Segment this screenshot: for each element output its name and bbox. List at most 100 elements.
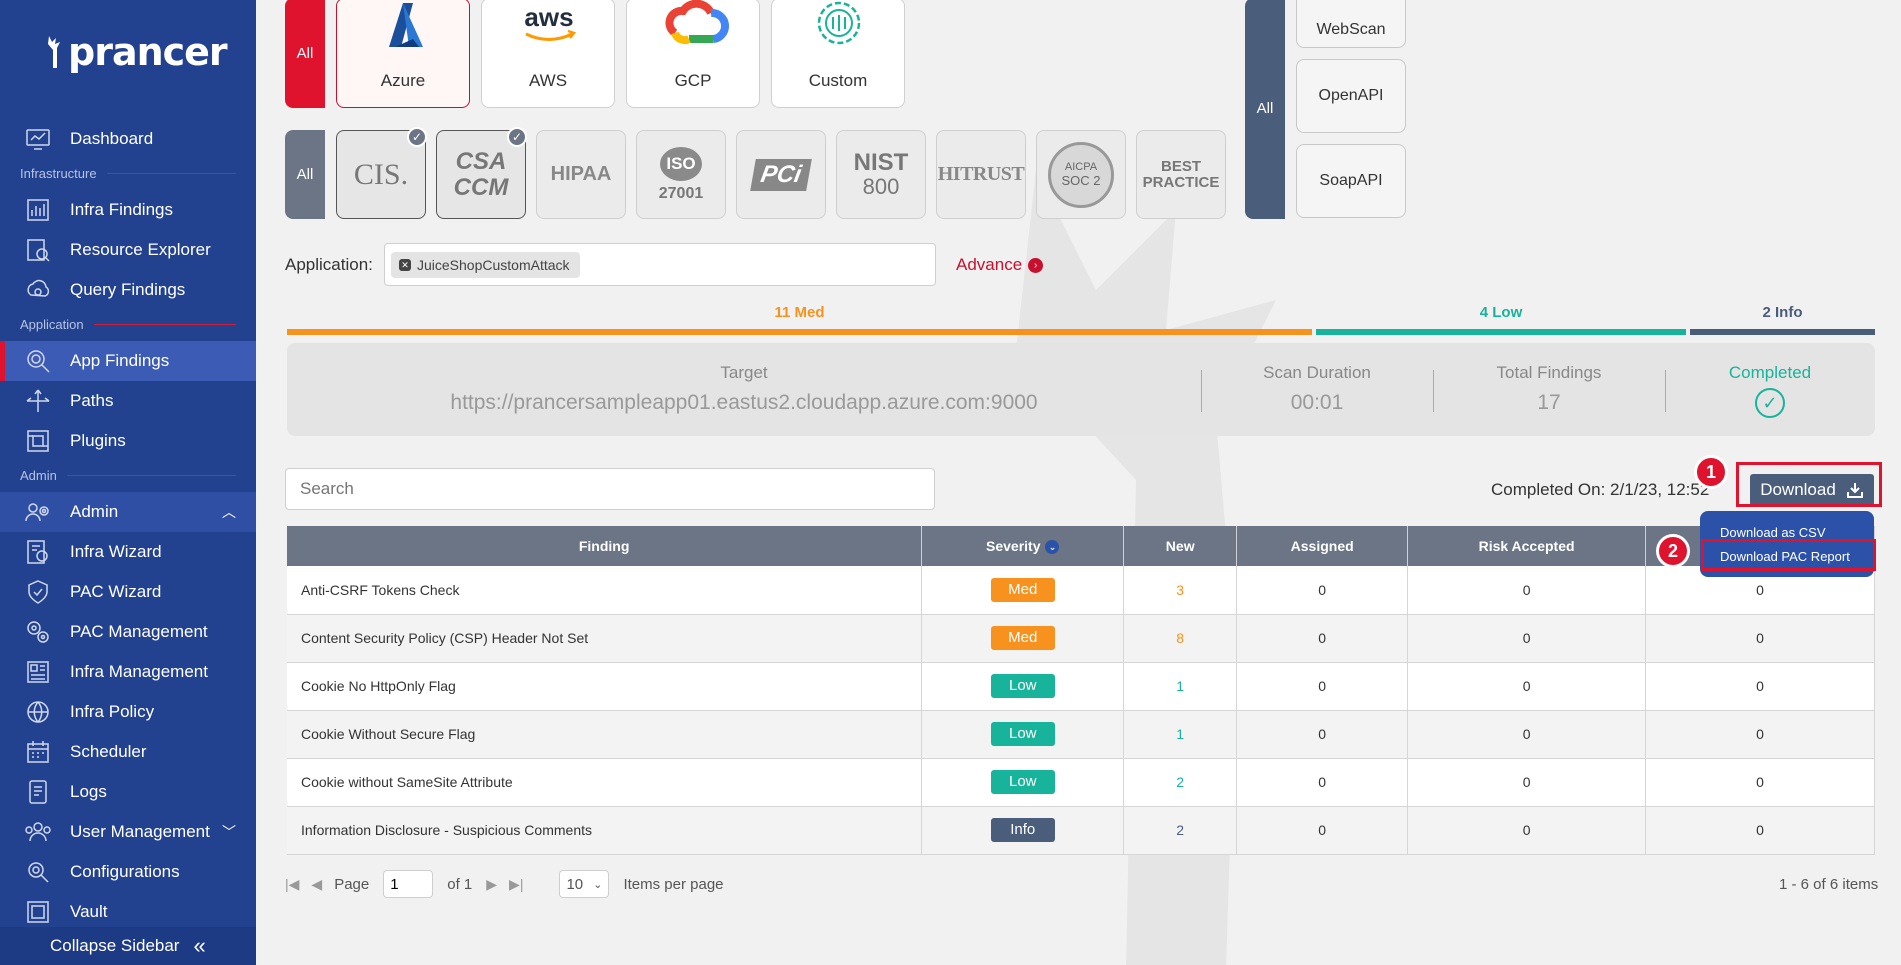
chevron-down-icon: ⌄ [593, 878, 603, 891]
sidebar-item-admin[interactable]: Admin ︿ [0, 492, 256, 532]
sidebar-item-infra-wizard[interactable]: Infra Wizard [0, 532, 256, 572]
section-infrastructure: Infrastructure [20, 166, 236, 181]
collapse-sidebar-label: Collapse Sidebar [50, 936, 180, 955]
column-header-finding[interactable]: Finding [287, 526, 923, 566]
new-cell[interactable]: 3 [1123, 566, 1238, 615]
scan-type-openapi[interactable]: OpenAPI [1296, 59, 1406, 133]
sidebar-item-configurations[interactable]: Configurations [0, 852, 256, 892]
sidebar-item-label: Scheduler [70, 742, 147, 761]
sidebar-item-logs[interactable]: Logs [0, 772, 256, 812]
cloud-card-custom[interactable]: Custom [771, 0, 905, 108]
hipaa-logo-icon: HIPAA [550, 163, 612, 185]
first-page-icon[interactable]: |◀ [285, 876, 299, 893]
pac-wizard-icon [24, 579, 52, 605]
completed-on-text: Completed On: 2/1/23, 12:52 [1491, 480, 1710, 499]
scan-type-all-tab[interactable]: All [1245, 0, 1285, 219]
cloud-card-aws[interactable]: aws AWS [481, 0, 615, 108]
sidebar-item-infra-management[interactable]: Infra Management [0, 652, 256, 692]
azure-logo-icon [389, 3, 423, 47]
column-header-severity[interactable]: Severity ⌄ [921, 526, 1125, 566]
new-cell[interactable]: 2 [1123, 806, 1238, 855]
compliance-card-hipaa[interactable]: HIPAA [536, 130, 626, 219]
sidebar-item-scheduler[interactable]: Scheduler [0, 732, 256, 772]
sidebar-item-pac-wizard[interactable]: PAC Wizard [0, 572, 256, 612]
new-cell[interactable]: 8 [1123, 614, 1238, 663]
sidebar-item-user-management[interactable]: User Management ﹀ [0, 812, 256, 852]
cloud-card-gcp[interactable]: GCP [626, 0, 760, 108]
total-findings-label: Total Findings [1496, 363, 1602, 382]
search-input[interactable] [285, 468, 935, 510]
table-row[interactable]: Cookie Without Secure Flag Low 1 0 0 0 [287, 710, 1875, 759]
scan-type-webscan[interactable]: WebScan [1296, 0, 1406, 48]
compliance-card-soc-2[interactable]: AICPA SOC 2 [1036, 130, 1126, 219]
last-page-icon[interactable]: ▶| [509, 876, 523, 893]
sidebar-item-resource-explorer[interactable]: Resource Explorer [0, 230, 256, 270]
paths-icon [24, 388, 52, 414]
cloud-card-azure[interactable]: Azure [336, 0, 470, 108]
new-cell[interactable]: 1 [1123, 710, 1238, 759]
sidebar-item-query-findings[interactable]: Query Findings [0, 270, 256, 310]
assigned-cell: 0 [1236, 662, 1409, 711]
previous-page-icon[interactable]: ◀ [311, 876, 322, 893]
user-management-icon [24, 819, 52, 845]
column-header-assigned[interactable]: Assigned [1236, 526, 1409, 566]
severity-low-count: 4 Low [1479, 304, 1523, 321]
aicpa-soc2-logo-icon: AICPA SOC 2 [1048, 141, 1114, 208]
severity-badge: Med [990, 626, 1055, 650]
gcp-logo-icon [665, 0, 729, 45]
new-cell[interactable]: 2 [1123, 758, 1238, 807]
cloud-all-tab[interactable]: All [285, 0, 325, 108]
sidebar-item-dashboard[interactable]: Dashboard [0, 119, 256, 159]
sidebar-item-infra-policy[interactable]: Infra Policy [0, 692, 256, 732]
dashboard-icon [24, 126, 52, 152]
sidebar-item-paths[interactable]: Paths [0, 381, 256, 421]
page-number-input[interactable] [383, 870, 434, 898]
sidebar-item-infra-findings[interactable]: Infra Findings [0, 190, 256, 230]
next-page-icon[interactable]: ▶ [486, 876, 497, 893]
prancer-logo[interactable]: prancer [46, 22, 228, 82]
advance-link[interactable]: Advance › [956, 255, 1044, 275]
column-header-risk-accepted[interactable]: Risk Accepted [1407, 526, 1647, 566]
compliance-card-pci[interactable]: PCi [736, 130, 826, 219]
assigned-cell: 0 [1236, 758, 1409, 807]
compliance-card-cis[interactable]: CIS. ✓ [336, 127, 427, 219]
finding-cell: Anti-CSRF Tokens Check [287, 566, 923, 615]
sidebar-item-label: PAC Management [70, 622, 208, 641]
new-cell[interactable]: 1 [1123, 662, 1238, 711]
application-select[interactable]: ✕ JuiceShopCustomAttack [384, 243, 936, 286]
sidebar-item-pac-management[interactable]: PAC Management [0, 612, 256, 652]
items-per-page-select[interactable]: 10 ⌄ [559, 870, 610, 898]
target-value: https://prancersampleapp01.eastus2.cloud… [450, 391, 1038, 414]
compliance-card-csa-ccm[interactable]: CSA CCM ✓ [436, 127, 527, 219]
sidebar-item-app-findings[interactable]: App Findings [0, 341, 256, 381]
remove-chip-icon[interactable]: ✕ [399, 259, 411, 271]
sidebar-item-vault[interactable]: Vault [0, 892, 256, 932]
compliance-all-tab[interactable]: All [285, 130, 325, 219]
compliance-card-iso-27001[interactable]: ISO 27001 [636, 130, 726, 219]
collapse-sidebar-button[interactable]: Collapse Sidebar « [0, 927, 256, 965]
table-header-row: Finding Severity ⌄ New Assigned Risk Acce… [287, 526, 1875, 566]
app-findings-icon [24, 348, 52, 374]
compliance-card-hitrust[interactable]: HITRUST [936, 130, 1026, 219]
table-row[interactable]: Anti-CSRF Tokens Check Med 3 0 0 0 [287, 566, 1875, 615]
svg-text:aws: aws [524, 2, 573, 32]
sidebar-item-plugins[interactable]: Plugins [0, 421, 256, 461]
table-row[interactable]: Content Security Policy (CSP) Header Not… [287, 614, 1875, 663]
scan-type-soapapi[interactable]: SoapAPI [1296, 144, 1406, 218]
configurations-icon [24, 859, 52, 885]
status-label: Completed [1728, 363, 1812, 382]
table-row[interactable]: Cookie without SameSite Attribute Low 2 … [287, 758, 1875, 807]
infra-wizard-icon [24, 539, 52, 565]
checkmark-icon: ✓ [507, 127, 527, 147]
sidebar-item-label: Plugins [70, 431, 126, 450]
column-header-new[interactable]: New [1123, 526, 1238, 566]
table-row[interactable]: Information Disclosure - Suspicious Comm… [287, 806, 1875, 855]
sidebar-item-label: User Management [70, 822, 210, 841]
table-row[interactable]: Cookie No HttpOnly Flag Low 1 0 0 0 [287, 662, 1875, 711]
chevron-down-icon: ﹀ [222, 824, 236, 840]
compliance-card-best-practice[interactable]: BEST PRACTICE [1136, 130, 1226, 219]
infra-management-icon [24, 659, 52, 685]
severity-cell: Med [921, 566, 1125, 615]
compliance-card-nist-800[interactable]: NIST 800 [836, 130, 926, 219]
severity-info-bar [1690, 329, 1875, 335]
